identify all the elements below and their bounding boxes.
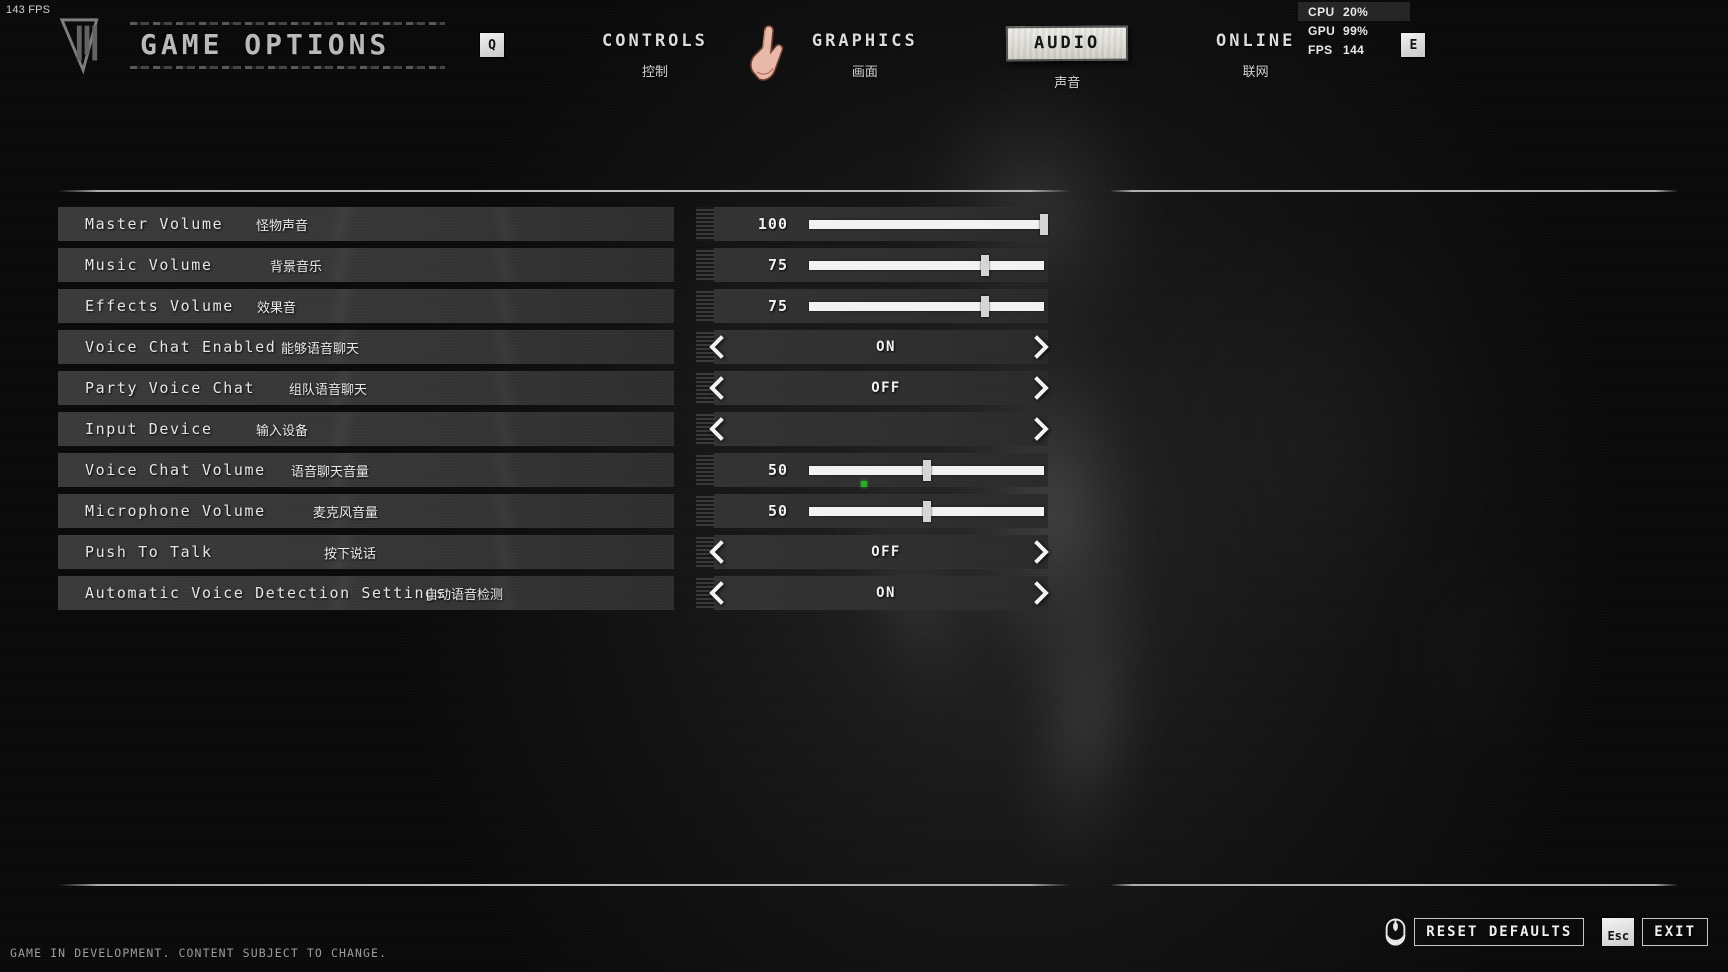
setting-sublabel-automatic-voice-detection-settings: 自动语音检测 [425,587,504,603]
setting-label-effects-volume: Effects Volume [85,297,234,315]
setting-control-cell-voice-chat-volume: 50 [696,453,1048,487]
setting-label-cell-voice-chat-volume[interactable]: Voice Chat Volume 语音聊天音量 [58,453,674,487]
setting-label-cell-automatic-voice-detection-settings[interactable]: Automatic Voice Detection Settings 自动语音检测 [58,576,674,610]
setting-label-cell-effects-volume[interactable]: Effects Volume 效果音 [58,289,674,323]
setting-control-cell-effects-volume: 75 [696,289,1048,323]
setting-label-push-to-talk: Push To Talk [85,543,213,561]
slider-value-microphone-volume: 50 [767,502,788,520]
setting-sublabel-input-device: 输入设备 [256,423,309,439]
setting-label-party-voice-chat: Party Voice Chat [85,379,256,397]
setting-label-cell-master-volume[interactable]: Master Volume 怪物声音 [58,207,674,241]
chevron-left-icon-input-device[interactable] [700,412,734,446]
chevron-right-icon-push-to-talk[interactable] [1024,535,1058,569]
slider-value-music-volume: 75 [767,256,788,274]
slider-knob-effects-volume[interactable] [981,295,990,317]
development-notice: GAME IN DEVELOPMENT. CONTENT SUBJECT TO … [10,946,388,960]
divider-left-bottom [58,884,1070,886]
setting-control-cell-microphone-volume: 50 [696,494,1048,528]
chevron-left-icon-voice-chat-enabled[interactable] [700,330,734,364]
setting-sublabel-music-volume: 背景音乐 [270,259,323,275]
setting-label-cell-music-volume[interactable]: Music Volume 背景音乐 [58,248,674,282]
setting-sublabel-microphone-volume: 麦克风音量 [313,505,379,521]
reset-defaults-button[interactable]: RESET DEFAULTS [1385,918,1585,946]
mic-level-indicator [860,480,867,487]
settings-panel: Master Volume 怪物声音 100 Music Volume 背景音乐 75 Ef… [0,0,1728,972]
setting-label-cell-voice-chat-enabled[interactable]: Voice Chat Enabled 能够语音聊天 [58,330,674,364]
setting-row-microphone-volume: Microphone Volume 麦克风音量 50 [58,494,1088,528]
exit-label: EXIT [1642,918,1708,946]
setting-row-effects-volume: Effects Volume 效果音 75 [58,289,1088,323]
setting-label-master-volume: Master Volume [85,215,224,233]
slider-value-master-volume: 100 [757,215,788,233]
setting-control-cell-input-device [696,412,1049,446]
setting-row-push-to-talk: Push To Talk 按下说话 OFF [58,535,1088,569]
setting-sublabel-effects-volume: 效果音 [257,300,297,316]
reset-defaults-label: RESET DEFAULTS [1414,918,1585,946]
slider-track-effects-volume[interactable] [809,295,1044,317]
setting-label-cell-input-device[interactable]: Input Device 输入设备 [58,412,674,446]
slider-track-voice-chat-volume[interactable] [809,459,1044,487]
setting-label-cell-party-voice-chat[interactable]: Party Voice Chat 组队语音聊天 [58,371,674,405]
slider-knob-music-volume[interactable] [981,254,990,276]
chevron-right-icon-voice-chat-enabled[interactable] [1024,330,1058,364]
toggle-value-automatic-voice-detection-settings: ON [876,585,896,601]
divider-left-top [58,190,1070,192]
slider-knob-microphone-volume[interactable] [922,500,931,522]
setting-label-cell-microphone-volume[interactable]: Microphone Volume 麦克风音量 [58,494,674,528]
setting-control-cell-master-volume: 100 [696,207,1048,241]
setting-row-music-volume: Music Volume 背景音乐 75 [58,248,1088,282]
settings-rows: Master Volume 怪物声音 100 Music Volume 背景音乐 75 Ef… [58,207,1088,617]
toggle-value-push-to-talk: OFF [871,544,901,560]
setting-label-automatic-voice-detection-settings: Automatic Voice Detection Settings [85,584,447,602]
setting-row-master-volume: Master Volume 怪物声音 100 [58,207,1088,241]
toggle-value-party-voice-chat: OFF [871,380,901,396]
setting-label-microphone-volume: Microphone Volume [85,502,266,520]
slider-value-effects-volume: 75 [767,297,788,315]
mouse-icon [1385,918,1406,946]
bottom-actions: RESET DEFAULTS Esc EXIT [1385,918,1708,946]
toggle-value-voice-chat-enabled: ON [876,339,896,355]
setting-sublabel-push-to-talk: 按下说话 [324,546,377,562]
setting-row-party-voice-chat: Party Voice Chat 组队语音聊天 OFF [58,371,1088,405]
game-options-screen: 143 FPS CPU 20% GPU 99% FPS 144 GAME OPT… [0,0,1728,972]
esc-keycap[interactable]: Esc [1602,918,1635,946]
setting-label-input-device: Input Device [85,420,213,438]
setting-label-music-volume: Music Volume [85,256,213,274]
divider-right-bottom [1110,884,1678,886]
setting-control-cell-party-voice-chat: OFF [696,371,1049,405]
exit-button[interactable]: Esc EXIT [1602,918,1708,946]
setting-row-input-device: Input Device 输入设备 [58,412,1088,446]
slider-knob-voice-chat-volume[interactable] [922,459,931,481]
setting-control-cell-push-to-talk: OFF [696,535,1049,569]
setting-sublabel-voice-chat-volume: 语音聊天音量 [291,464,370,480]
chevron-right-icon-party-voice-chat[interactable] [1024,371,1058,405]
slider-value-voice-chat-volume: 50 [767,461,788,479]
setting-row-voice-chat-enabled: Voice Chat Enabled 能够语音聊天 ON [58,330,1088,364]
setting-label-cell-push-to-talk[interactable]: Push To Talk 按下说话 [58,535,674,569]
setting-control-cell-voice-chat-enabled: ON [696,330,1049,364]
chevron-left-icon-push-to-talk[interactable] [700,535,734,569]
setting-sublabel-master-volume: 怪物声音 [256,218,309,234]
slider-knob-master-volume[interactable] [1040,213,1048,235]
chevron-left-icon-automatic-voice-detection-settings[interactable] [700,576,734,610]
setting-row-automatic-voice-detection-settings: Automatic Voice Detection Settings 自动语音检测… [58,576,1088,610]
setting-sublabel-voice-chat-enabled: 能够语音聊天 [281,341,360,357]
setting-control-cell-music-volume: 75 [696,248,1048,282]
setting-sublabel-party-voice-chat: 组队语音聊天 [289,382,368,398]
slider-track-microphone-volume[interactable] [809,500,1044,522]
setting-label-voice-chat-volume: Voice Chat Volume [85,461,266,479]
chevron-right-icon-automatic-voice-detection-settings[interactable] [1024,576,1058,610]
chevron-right-icon-input-device[interactable] [1024,412,1058,446]
slider-track-music-volume[interactable] [809,254,1044,276]
setting-label-voice-chat-enabled: Voice Chat Enabled [85,338,277,356]
chevron-left-icon-party-voice-chat[interactable] [700,371,734,405]
divider-right-top [1110,190,1678,192]
setting-row-voice-chat-volume: Voice Chat Volume 语音聊天音量 50 [58,453,1088,487]
setting-control-cell-automatic-voice-detection-settings: ON [696,576,1049,610]
slider-track-master-volume[interactable] [809,213,1048,235]
